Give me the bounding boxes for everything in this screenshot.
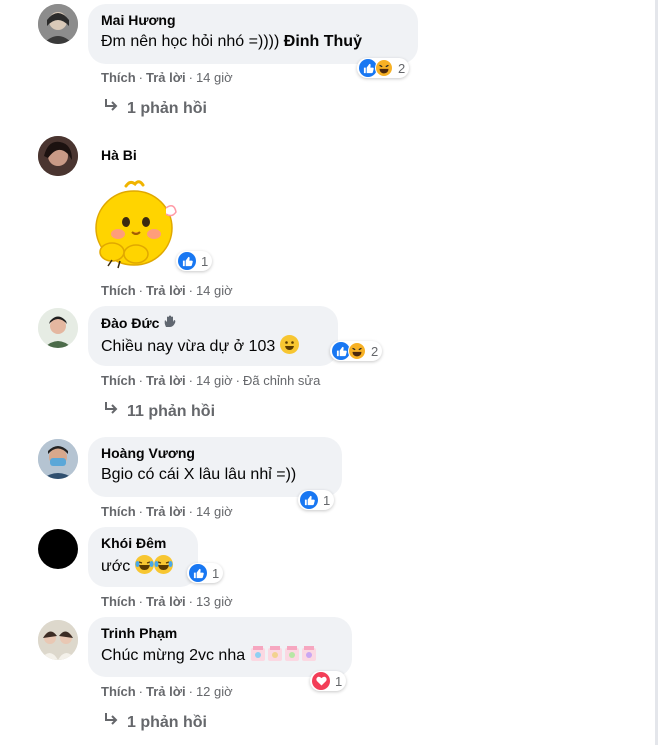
timestamp[interactable]: 14 giờ xyxy=(196,504,233,519)
avatar[interactable] xyxy=(38,529,78,569)
commenter-name[interactable]: Hà Bi xyxy=(101,147,137,163)
like-link[interactable]: Thích xyxy=(101,373,136,388)
timestamp[interactable]: 14 giờ xyxy=(196,70,233,85)
love-reaction-icon xyxy=(312,672,330,690)
comment-text: ước xyxy=(101,555,185,577)
comment-text: Bgio có cái X lâu lâu nhỉ =)) xyxy=(101,466,297,483)
comment-actions: Thích · Trả lời · 14 giờ · Đã chỉnh sửa xyxy=(101,373,321,388)
commenter-name[interactable]: Khói Đêm xyxy=(101,535,185,552)
laugh-cry-emoji-icon xyxy=(153,555,173,574)
reply-arrow-icon xyxy=(103,712,119,733)
replies-count: 11 phản hồi xyxy=(127,402,216,420)
commenter-name-row: Đào Đức xyxy=(101,314,325,332)
avatar[interactable] xyxy=(38,4,78,44)
comment-actions: Thích · Trả lời · 14 giờ xyxy=(101,70,233,85)
sticker-image xyxy=(88,178,178,274)
like-link[interactable]: Thích xyxy=(101,684,136,699)
timestamp[interactable]: 13 giờ xyxy=(196,594,233,609)
commenter-name[interactable]: Trinh Phạm xyxy=(101,625,339,642)
timestamp[interactable]: 12 giờ xyxy=(196,684,233,699)
comment-bubble: Trinh Phạm Chúc mừng 2vc nha xyxy=(88,617,352,677)
like-reaction-icon xyxy=(178,252,196,270)
avatar[interactable] xyxy=(38,308,78,348)
replies-count: 1 phản hồi xyxy=(127,99,207,117)
avatar[interactable] xyxy=(38,136,78,176)
haha-reaction-icon xyxy=(375,59,393,77)
view-replies-link[interactable]: 11 phản hồi xyxy=(103,401,215,422)
timestamp[interactable]: 14 giờ xyxy=(196,373,233,388)
edited-label[interactable]: Đã chỉnh sửa xyxy=(243,373,320,388)
comment-body: ước xyxy=(101,558,131,575)
reply-link[interactable]: Trả lời xyxy=(146,283,186,298)
like-link[interactable]: Thích xyxy=(101,594,136,609)
comment-text: Đm nên học hỏi nhó =)))) Đinh Thuỷ xyxy=(101,32,405,52)
commenter-name[interactable]: Đào Đức xyxy=(101,315,159,332)
reaction-summary[interactable]: 2 xyxy=(330,341,383,361)
like-reaction-icon xyxy=(300,491,318,509)
reaction-count: 1 xyxy=(323,492,331,508)
reply-link[interactable]: Trả lời xyxy=(146,504,186,519)
reply-link[interactable]: Trả lời xyxy=(146,70,186,85)
like-link[interactable]: Thích xyxy=(101,504,136,519)
reaction-summary[interactable]: 1 xyxy=(176,251,213,271)
comment-bubble: Đào Đức Chiều nay vừa dự ở 103 xyxy=(88,306,338,366)
reaction-count: 2 xyxy=(398,60,406,76)
view-replies-link[interactable]: 1 phản hồi xyxy=(103,712,207,733)
reply-link[interactable]: Trả lời xyxy=(146,373,186,388)
reaction-count: 2 xyxy=(371,343,379,359)
like-reaction-icon xyxy=(189,564,207,582)
mention-link[interactable]: Đinh Thuỷ xyxy=(284,33,362,50)
avatar[interactable] xyxy=(38,620,78,660)
reaction-summary[interactable]: 1 xyxy=(298,490,335,510)
comment-text: Chúc mừng 2vc nha xyxy=(101,645,339,669)
comment-bubble: Mai Hương Đm nên học hỏi nhó =)))) Đinh … xyxy=(88,4,418,64)
reply-link[interactable]: Trả lời xyxy=(146,594,186,609)
reaction-summary[interactable]: 2 xyxy=(357,58,410,78)
reply-link[interactable]: Trả lời xyxy=(146,684,186,699)
reaction-summary[interactable]: 1 xyxy=(187,563,224,583)
comment-bubble: Khói Đêm ước xyxy=(88,527,198,587)
reply-arrow-icon xyxy=(103,98,119,119)
comment-body: Chúc mừng 2vc nha xyxy=(101,647,246,664)
comment-actions: Thích · Trả lời · 13 giờ xyxy=(101,594,233,609)
comment-actions: Thích · Trả lời · 14 giờ xyxy=(101,283,233,298)
party-emoji-icon xyxy=(250,645,318,669)
timestamp[interactable]: 14 giờ xyxy=(196,283,233,298)
reaction-count: 1 xyxy=(201,253,209,269)
like-link[interactable]: Thích xyxy=(101,283,136,298)
comment-body: Đm nên học hỏi nhó =)))) xyxy=(101,33,280,50)
avatar[interactable] xyxy=(38,439,78,479)
replies-count: 1 phản hồi xyxy=(127,713,207,731)
comment-actions: Thích · Trả lời · 12 giờ xyxy=(101,684,233,699)
comment-bubble: Hoàng Vương Bgio có cái X lâu lâu nhỉ =)… xyxy=(88,437,342,497)
comment-body: Chiều nay vừa dự ở 103 xyxy=(101,338,276,355)
reaction-count: 1 xyxy=(335,673,343,689)
view-replies-link[interactable]: 1 phản hồi xyxy=(103,98,207,119)
commenter-name[interactable]: Mai Hương xyxy=(101,12,405,29)
laugh-cry-emoji-icon xyxy=(134,555,154,574)
wave-badge-icon xyxy=(163,314,177,332)
reply-arrow-icon xyxy=(103,401,119,422)
comment-actions: Thích · Trả lời · 14 giờ xyxy=(101,504,233,519)
reaction-summary[interactable]: 1 xyxy=(310,671,347,691)
like-link[interactable]: Thích xyxy=(101,70,136,85)
commenter-name[interactable]: Hoàng Vương xyxy=(101,445,329,462)
grin-emoji-icon xyxy=(279,335,299,354)
haha-reaction-icon xyxy=(348,342,366,360)
reaction-count: 1 xyxy=(212,565,220,581)
comment-text: Chiều nay vừa dự ở 103 xyxy=(101,335,325,357)
